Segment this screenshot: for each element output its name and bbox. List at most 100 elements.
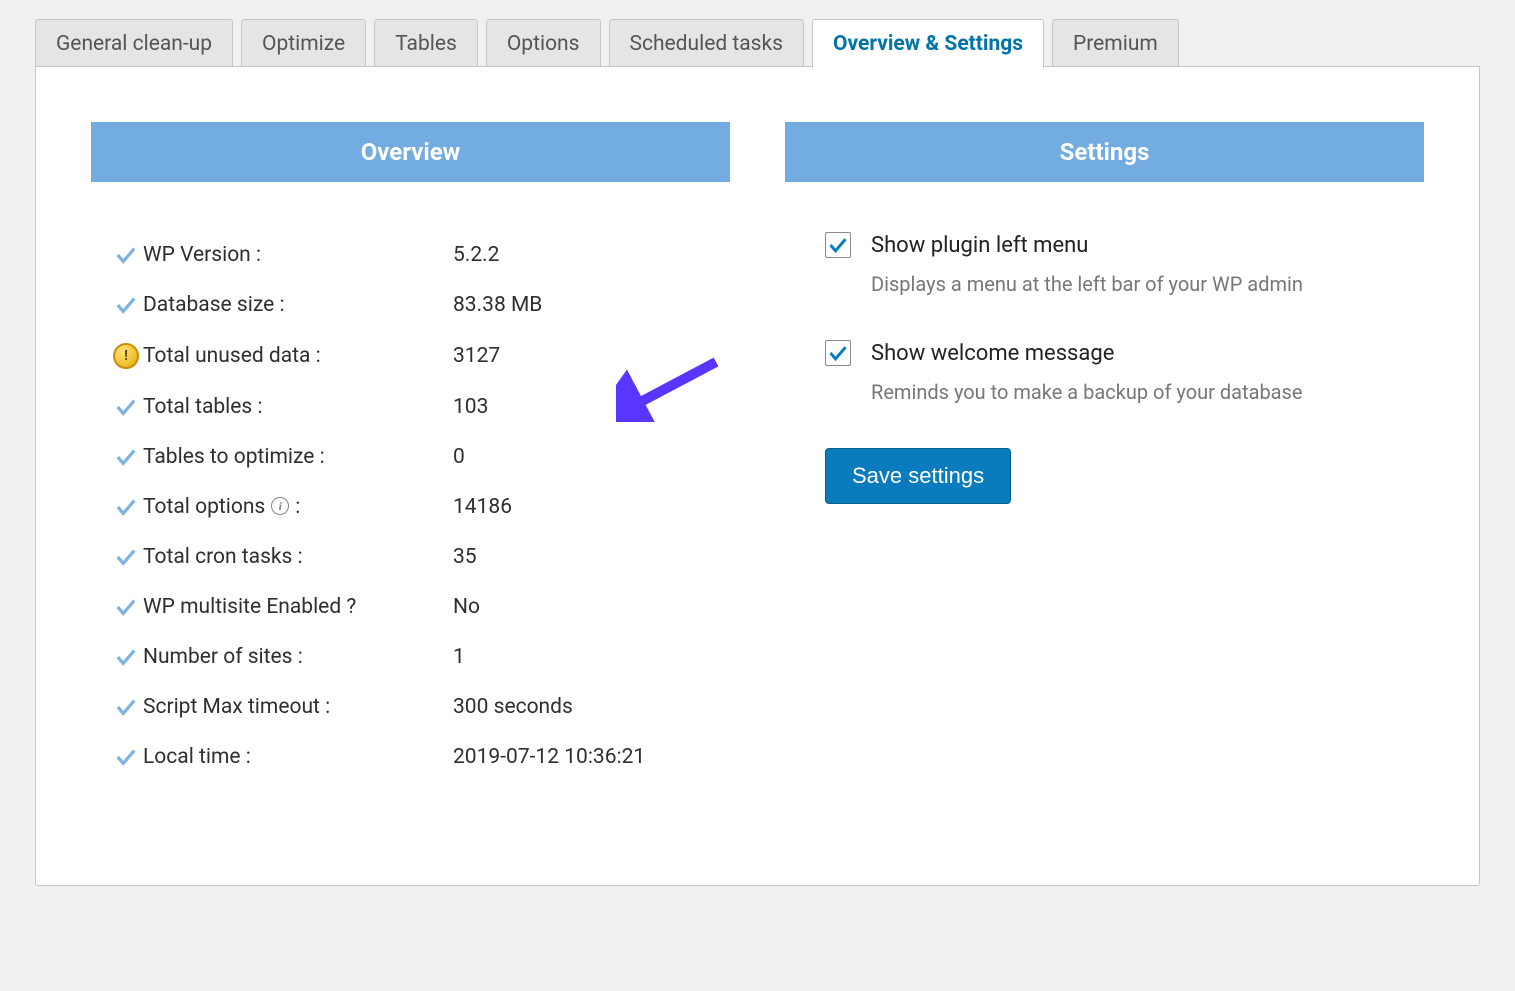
- overview-value: No: [453, 595, 480, 619]
- overview-label-text: Local time :: [143, 745, 251, 769]
- check-icon: [828, 235, 848, 255]
- overview-row: Local time : 2019-07-12 10:36:21: [109, 732, 730, 782]
- overview-label-suffix: :: [295, 495, 300, 519]
- settings-list: Show plugin left menu Displays a menu at…: [825, 232, 1424, 504]
- overview-label: Total tables :: [143, 395, 453, 419]
- check-icon: [828, 343, 848, 363]
- overview-label-text: WP multisite Enabled ?: [143, 595, 356, 619]
- checkbox-show-left-menu[interactable]: [825, 232, 851, 258]
- overview-label-text: Total options: [143, 495, 265, 519]
- overview-row: Total cron tasks : 35: [109, 532, 730, 582]
- settings-title: Settings: [785, 122, 1424, 182]
- tab-overview-settings[interactable]: Overview & Settings: [812, 19, 1044, 68]
- overview-row: !Total unused data : 3127: [109, 330, 730, 382]
- settings-column: Settings Show plugin left menu Displays …: [785, 122, 1424, 504]
- tab-label: General clean-up: [56, 32, 212, 56]
- tab-label: Premium: [1073, 32, 1158, 56]
- setting-label: Show plugin left menu: [871, 233, 1088, 258]
- overview-value: 35: [453, 545, 477, 569]
- setting-head: Show plugin left menu: [825, 232, 1424, 258]
- setting-head: Show welcome message: [825, 340, 1424, 366]
- overview-value: 103: [453, 395, 488, 419]
- check-icon: [115, 396, 137, 418]
- check-icon: [115, 446, 137, 468]
- overview-value: 0: [453, 445, 465, 469]
- tab-optimize[interactable]: Optimize: [241, 19, 366, 68]
- overview-row: Number of sites : 1: [109, 632, 730, 682]
- check-icon: [115, 546, 137, 568]
- tab-general-cleanup[interactable]: General clean-up: [35, 19, 233, 68]
- overview-label-text: Number of sites :: [143, 645, 303, 669]
- overview-value: 3127: [453, 344, 500, 368]
- check-icon: [115, 596, 137, 618]
- status-check-icon: [109, 546, 143, 568]
- status-check-icon: [109, 596, 143, 618]
- tab-label: Scheduled tasks: [630, 32, 784, 56]
- overview-row: Tables to optimize : 0: [109, 432, 730, 482]
- save-settings-button[interactable]: Save settings: [825, 448, 1011, 504]
- overview-label-text: Total unused data :: [143, 344, 321, 368]
- overview-label: Script Max timeout :: [143, 695, 453, 719]
- tab-premium[interactable]: Premium: [1052, 19, 1179, 68]
- check-icon: [115, 496, 137, 518]
- overview-row: Database size : 83.38 MB: [109, 280, 730, 330]
- overview-label-text: Tables to optimize :: [143, 445, 325, 469]
- check-icon: [115, 294, 137, 316]
- status-check-icon: [109, 646, 143, 668]
- status-check-icon: [109, 244, 143, 266]
- overview-row: WP multisite Enabled ? No: [109, 582, 730, 632]
- overview-list: WP Version : 5.2.2 Database size : 83.38 MB…: [109, 230, 730, 782]
- tab-scheduled-tasks[interactable]: Scheduled tasks: [609, 19, 805, 68]
- overview-label: Tables to optimize :: [143, 445, 453, 469]
- overview-value: 300 seconds: [453, 695, 573, 719]
- overview-label-text: Total cron tasks :: [143, 545, 303, 569]
- overview-label: WP multisite Enabled ?: [143, 595, 453, 619]
- tab-label: Optimize: [262, 32, 345, 56]
- overview-value: 14186: [453, 495, 512, 519]
- tab-label: Tables: [395, 32, 457, 56]
- setting-description: Displays a menu at the left bar of your …: [871, 272, 1424, 296]
- setting-description: Reminds you to make a backup of your dat…: [871, 380, 1424, 404]
- overview-row: Script Max timeout : 300 seconds: [109, 682, 730, 732]
- overview-label: Total options i:: [143, 495, 453, 519]
- overview-column: Overview WP Version : 5.2.2 Database size …: [91, 122, 730, 782]
- tab-options[interactable]: Options: [486, 19, 601, 68]
- overview-row: WP Version : 5.2.2: [109, 230, 730, 280]
- overview-label: WP Version :: [143, 243, 453, 267]
- overview-label-text: Total tables :: [143, 395, 263, 419]
- page-root: General clean-up Optimize Tables Options…: [0, 0, 1515, 917]
- overview-value: 1: [453, 645, 465, 669]
- status-check-icon: [109, 294, 143, 316]
- check-icon: [115, 746, 137, 768]
- status-check-icon: [109, 446, 143, 468]
- overview-label-text: Database size :: [143, 293, 285, 317]
- check-icon: [115, 646, 137, 668]
- coin-warning-icon: !: [113, 343, 139, 369]
- overview-value: 83.38 MB: [453, 293, 542, 317]
- overview-title: Overview: [91, 122, 730, 182]
- overview-label: Local time :: [143, 745, 453, 769]
- tab-panel: Overview WP Version : 5.2.2 Database size …: [35, 66, 1480, 886]
- overview-value: 2019-07-12 10:36:21: [453, 745, 645, 769]
- checkbox-show-welcome[interactable]: [825, 340, 851, 366]
- overview-value: 5.2.2: [453, 243, 499, 267]
- status-check-icon: [109, 696, 143, 718]
- overview-label-text: WP Version :: [143, 243, 261, 267]
- status-check-icon: [109, 496, 143, 518]
- tab-label: Overview & Settings: [833, 32, 1023, 56]
- setting-show-welcome: Show welcome message Reminds you to make…: [825, 340, 1424, 404]
- panel-columns: Overview WP Version : 5.2.2 Database size …: [91, 122, 1424, 782]
- tab-bar: General clean-up Optimize Tables Options…: [35, 18, 1480, 67]
- tab-tables[interactable]: Tables: [374, 19, 478, 68]
- warning-icon: !: [109, 343, 143, 369]
- status-check-icon: [109, 396, 143, 418]
- overview-label: Number of sites :: [143, 645, 453, 669]
- overview-label-text: Script Max timeout :: [143, 695, 330, 719]
- check-icon: [115, 244, 137, 266]
- tab-label: Options: [507, 32, 580, 56]
- overview-row: Total tables : 103: [109, 382, 730, 432]
- overview-row: Total options i: 14186: [109, 482, 730, 532]
- overview-label: Total cron tasks :: [143, 545, 453, 569]
- overview-label: Database size :: [143, 293, 453, 317]
- info-icon[interactable]: i: [271, 497, 289, 515]
